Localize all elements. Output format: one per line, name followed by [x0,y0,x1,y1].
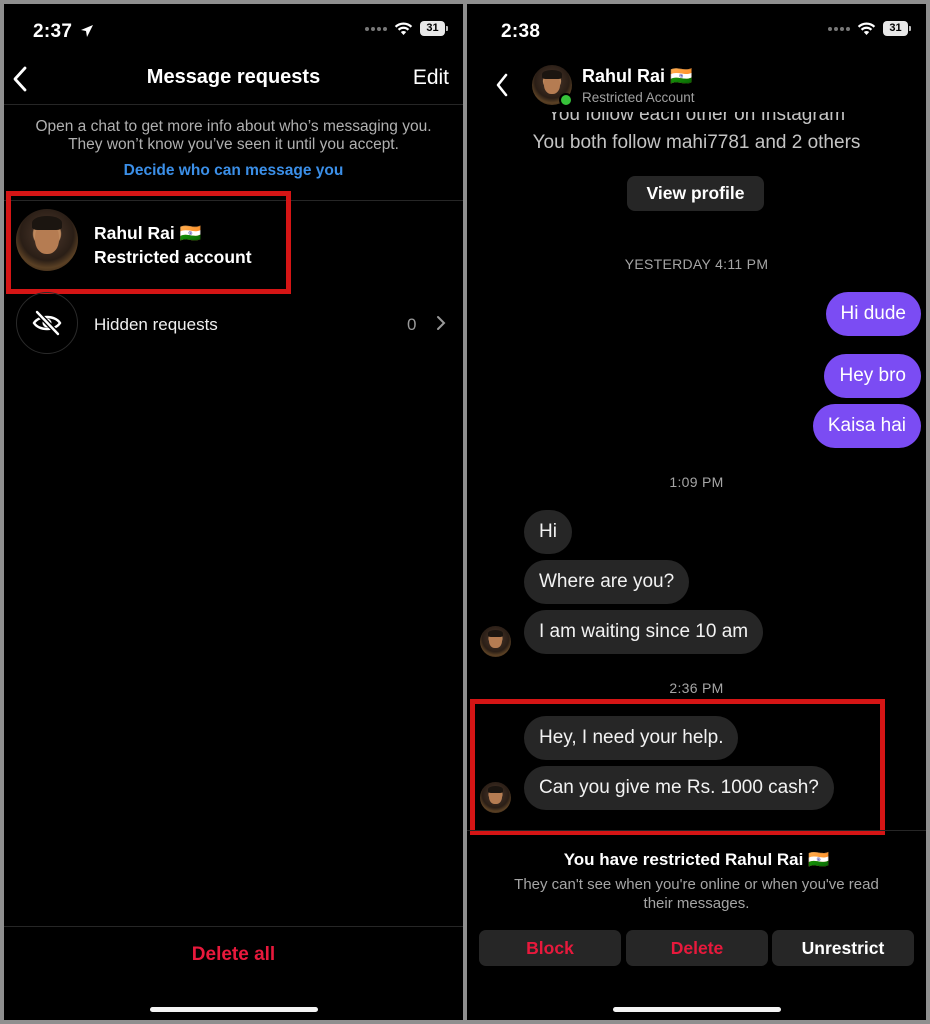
info-line-2: They won’t know you’ve seen it until you… [68,136,399,153]
location-arrow-icon [80,25,93,37]
delete-all-button[interactable]: Delete all [4,944,463,966]
footer-divider [4,926,463,927]
edit-button[interactable]: Edit [413,66,449,90]
restricted-notice-line-1: They can't see when you're online or whe… [514,876,879,893]
status-time: 2:37 [33,21,94,43]
restricted-notice-text: They can't see when you're online or whe… [487,875,906,913]
highlight-box [470,699,885,835]
chat-screen: 2:38 31 Rahul Rai 🇮🇳 Restricted Account … [467,4,926,1020]
requests-info-text: Open a chat to get more info about who’s… [4,118,463,154]
battery-icon: 31 [420,21,448,36]
restricted-divider [467,830,926,831]
incoming-message[interactable]: I am waiting since 10 am [524,610,764,654]
hidden-requests-row[interactable]: Hidden requests 0 [16,292,456,356]
incoming-message[interactable]: Hi [524,510,572,554]
restricted-notice-line-2: their messages. [643,895,750,912]
battery-level: 31 [426,22,439,34]
timestamp: YESTERDAY 4:11 PM [624,256,769,272]
cellular-signal-icon [365,26,387,31]
battery-icon: 31 [883,21,911,36]
chevron-right-icon [437,316,446,330]
online-status-dot [559,93,573,107]
decide-who-can-message-link[interactable]: Decide who can message you [4,162,463,180]
page-title: Message requests [146,66,321,88]
info-line-1: Open a chat to get more info about who’s… [35,118,432,135]
back-chevron-icon[interactable] [495,73,509,97]
unrestrict-button[interactable]: Unrestrict [772,930,914,966]
wifi-icon [857,21,876,35]
status-time-text: 2:37 [33,21,73,42]
home-indicator [149,1007,318,1012]
hidden-requests-label: Hidden requests [94,315,218,334]
mutual-followers-text: You both follow mahi7781 and 2 others [532,132,861,153]
wifi-icon [394,21,413,35]
battery-level: 31 [889,22,902,34]
view-profile-button[interactable]: View profile [627,176,764,211]
hidden-requests-count: 0 [407,315,417,334]
cellular-signal-icon [828,26,850,31]
home-indicator [612,1007,781,1012]
outgoing-message[interactable]: Kaisa hai [812,404,921,448]
delete-button[interactable]: Delete [626,930,768,966]
status-indicators: 31 [828,21,911,36]
chat-contact-name[interactable]: Rahul Rai 🇮🇳 [582,66,692,87]
outgoing-message[interactable]: Hey bro [824,354,921,398]
restricted-notice-title: You have restricted Rahul Rai 🇮🇳 [563,850,830,869]
status-time: 2:38 [501,21,541,42]
timestamp: 2:36 PM [669,680,724,696]
outgoing-message[interactable]: Hi dude [825,292,921,336]
hidden-eye-icon [16,292,78,354]
incoming-message[interactable]: Where are you? [524,560,690,604]
header-divider [4,104,463,105]
highlight-box [6,191,291,294]
status-indicators: 31 [365,21,448,36]
message-requests-screen: 2:37 31 Message requests Edit Open a cha… [4,4,463,1020]
avatar[interactable] [480,626,511,657]
mutual-follow-text: You follow each other on Instagram [547,112,846,125]
block-button[interactable]: Block [479,930,621,966]
chat-contact-subtitle: Restricted Account [582,90,695,105]
timestamp: 1:09 PM [669,474,724,490]
